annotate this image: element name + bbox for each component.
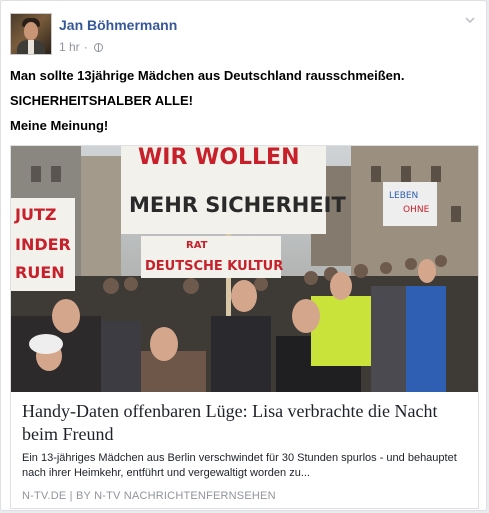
protest-sign-text: OHNE (403, 205, 430, 215)
post-timestamp[interactable]: 1 hr (59, 40, 80, 54)
avatar-shirt (28, 40, 34, 54)
link-description: Ein 13-jähriges Mädchen aus Berlin versc… (22, 452, 457, 479)
chevron-down-icon[interactable] (465, 15, 475, 25)
protest-sign-text: INDER (15, 235, 71, 254)
link-preview-card[interactable]: WIR WOLLEN MEHR SICHERHEIT JUTZ INDER RU… (10, 145, 479, 509)
link-preview-image[interactable]: WIR WOLLEN MEHR SICHERHEIT JUTZ INDER RU… (11, 146, 478, 392)
facebook-post: Jan Böhmermann 1 hr · Man sollte 13jähri… (0, 0, 487, 511)
post-header: Jan Böhmermann 1 hr · (10, 11, 477, 55)
protest-sign-text: JUTZ (14, 205, 56, 224)
post-paragraph: Man sollte 13jährige Mädchen aus Deutsch… (10, 68, 405, 83)
post-paragraph: Meine Meinung! (10, 118, 109, 133)
globe-icon[interactable] (93, 42, 103, 52)
meta-separator: · (83, 40, 88, 54)
post-text: Man sollte 13jährige Mädchen aus Deutsch… (10, 67, 477, 142)
avatar[interactable] (10, 13, 52, 55)
post-meta: 1 hr · (59, 40, 103, 54)
protest-sign-text: LEBEN (389, 191, 418, 201)
protest-sign-text: RAT (186, 240, 208, 251)
protest-sign-text: WIR WOLLEN (138, 146, 300, 170)
link-source: N-TV.DE | BY N-TV NACHRICHTENFERNSEHEN (22, 490, 276, 502)
protest-sign-text: DEUTSCHE KULTUR (145, 259, 283, 274)
post-paragraph: SICHERHEITSHALBER ALLE! (10, 93, 193, 108)
link-title[interactable]: Handy-Daten offenbaren Lüge: Lisa verbra… (22, 400, 470, 446)
author-name[interactable]: Jan Böhmermann (59, 17, 177, 33)
protest-sign-text: RUEN (15, 263, 65, 282)
avatar-face (24, 22, 38, 40)
protest-sign-text: MEHR SICHERHEIT (129, 193, 346, 217)
